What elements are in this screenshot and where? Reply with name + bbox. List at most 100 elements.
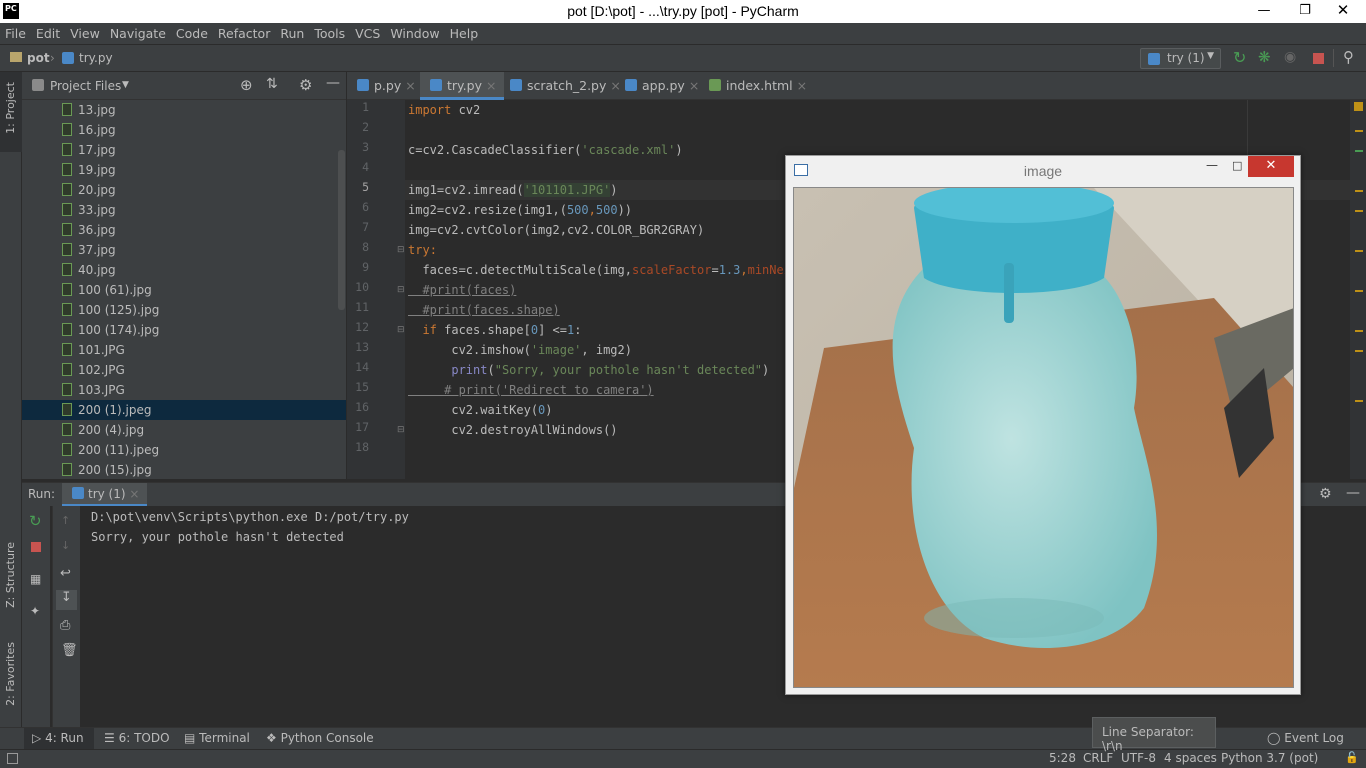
collapse-all-icon[interactable]: ⇅ [266,76,278,92]
project-tool-tab[interactable]: 1: Project [0,72,22,152]
menu-vcs[interactable]: VCS [350,23,385,41]
chevron-down-icon[interactable]: ▼ [122,80,129,90]
tree-file-item[interactable]: 19.jpg [22,160,346,180]
trash-icon[interactable]: 🗑 [61,643,78,658]
gear-icon[interactable]: ⚙ [1319,486,1332,502]
image-window-titlebar[interactable]: image — □ ✕ [786,156,1300,186]
tree-file-item[interactable]: 100 (61).jpg [22,280,346,300]
rerun-icon[interactable]: ↻ [29,512,42,530]
project-panel-title[interactable]: Project Files [50,79,121,93]
close-tab-icon[interactable]: × [129,487,139,501]
breadcrumb-file[interactable]: try.py [79,51,113,65]
fold-icon[interactable]: ⊟ [397,325,405,335]
stop-icon[interactable] [1313,53,1324,64]
tree-file-item[interactable]: 33.jpg [22,200,346,220]
locate-icon[interactable]: ⊕ [240,76,253,94]
tree-file-item-selected[interactable]: 200 (1).jpeg [22,400,346,420]
menu-edit[interactable]: Edit [31,23,65,41]
stop-icon[interactable] [31,542,41,552]
tree-file-item[interactable]: 102.JPG [22,360,346,380]
close-button[interactable]: ✕ [1320,0,1366,23]
tab-p-py[interactable]: p.py × [347,72,424,100]
tree-file-item[interactable]: 100 (125).jpg [22,300,346,320]
close-tab-icon[interactable]: × [405,78,415,93]
python-interpreter[interactable]: Python 3.7 (pot) [1221,751,1318,765]
restore-layout-icon[interactable]: ▦ [30,572,41,586]
minimize-button[interactable]: — [1206,158,1218,172]
warning-marker[interactable] [1355,350,1363,352]
tab-app-py[interactable]: app.py × [615,72,707,100]
maximize-button[interactable]: □ [1232,159,1242,172]
menu-tools[interactable]: Tools [309,23,350,41]
lock-icon[interactable]: 🔓 [1345,751,1359,764]
arrow-up-icon[interactable]: ↑ [61,514,70,527]
tree-file-item[interactable]: 36.jpg [22,220,346,240]
tree-file-item[interactable]: 13.jpg [22,100,346,120]
image-window[interactable]: image — □ ✕ [785,155,1301,695]
warning-marker[interactable] [1355,330,1363,332]
gear-icon[interactable]: ⚙ [299,76,312,94]
pin-icon[interactable]: ✦ [30,604,40,618]
tree-file-item[interactable]: 100 (174).jpg [22,320,346,340]
caret-position[interactable]: 5:28 [1049,751,1076,765]
tree-file-item[interactable]: 40.jpg [22,260,346,280]
soft-wrap-icon[interactable]: ↩ [60,566,71,581]
debug-icon[interactable]: ❋ [1258,48,1271,66]
warning-marker[interactable] [1355,130,1363,132]
menu-navigate[interactable]: Navigate [105,23,171,41]
warning-indicator-icon[interactable] [1354,102,1363,111]
warning-marker[interactable] [1355,190,1363,192]
tree-file-item[interactable]: 17.jpg [22,140,346,160]
tree-file-item[interactable]: 200 (11).jpeg [22,440,346,460]
menu-run[interactable]: Run [275,23,309,41]
coverage-icon[interactable]: ◉ [1284,49,1296,65]
tool-tab-event-log[interactable]: ◯ Event Log [1267,728,1344,750]
close-tab-icon[interactable]: × [689,78,699,93]
tab-try-py[interactable]: try.py × [420,72,505,100]
structure-tool-tab[interactable]: Z: Structure [0,532,22,612]
close-button[interactable]: ✕ [1248,156,1294,177]
tool-tab-terminal[interactable]: ▤ Terminal [184,728,250,750]
change-marker[interactable] [1355,150,1363,152]
tool-tab-todo[interactable]: ☰ 6: TODO [104,728,170,750]
tree-file-item[interactable]: 101.JPG [22,340,346,360]
hide-panel-icon[interactable]: — [1346,485,1360,501]
tree-file-item[interactable]: 200 (4).jpg [22,420,346,440]
tree-file-item[interactable]: 16.jpg [22,120,346,140]
toggle-tool-windows-icon[interactable] [7,753,18,764]
rerun-icon[interactable]: ↻ [1233,48,1246,67]
run-tab-try[interactable]: try (1) × [62,483,148,507]
warning-marker[interactable] [1355,290,1363,292]
project-tree-scrollbar[interactable] [338,150,345,310]
close-tab-icon[interactable]: × [797,78,807,93]
arrow-down-icon[interactable]: ↓ [61,539,70,552]
tab-index-html[interactable]: index.html × [699,72,815,100]
tree-file-item[interactable]: 37.jpg [22,240,346,260]
scroll-to-end-icon[interactable]: ↧ [56,590,77,610]
warning-marker[interactable] [1355,400,1363,402]
close-tab-icon[interactable]: × [486,78,496,93]
line-separator[interactable]: CRLF [1083,751,1113,765]
tree-file-item[interactable]: 103.JPG [22,380,346,400]
favorites-tool-tab[interactable]: 2: Favorites [0,632,22,712]
menu-file[interactable]: File [0,23,31,41]
menu-refactor[interactable]: Refactor [213,23,275,41]
file-encoding[interactable]: UTF-8 [1121,751,1156,765]
tree-file-item[interactable]: 20.jpg [22,180,346,200]
menu-code[interactable]: Code [171,23,213,41]
fold-icon[interactable]: ⊟ [397,285,405,295]
run-config-select[interactable]: try (1) ▼ [1140,48,1221,69]
search-icon[interactable]: ⚲ [1343,48,1354,66]
hide-panel-icon[interactable]: — [326,75,340,91]
menu-help[interactable]: Help [445,23,484,41]
minimize-button[interactable]: — [1241,0,1287,23]
print-icon[interactable]: ⎙ [60,618,70,633]
tree-file-item[interactable]: 200 (15).jpg [22,460,346,479]
breadcrumb-project[interactable]: pot [27,51,50,65]
warning-marker[interactable] [1355,210,1363,212]
tool-tab-run[interactable]: ▷ 4: Run [24,728,94,750]
fold-icon[interactable]: ⊟ [397,425,405,435]
menu-view[interactable]: View [65,23,105,41]
warning-marker[interactable] [1355,250,1363,252]
fold-icon[interactable]: ⊟ [397,245,405,255]
